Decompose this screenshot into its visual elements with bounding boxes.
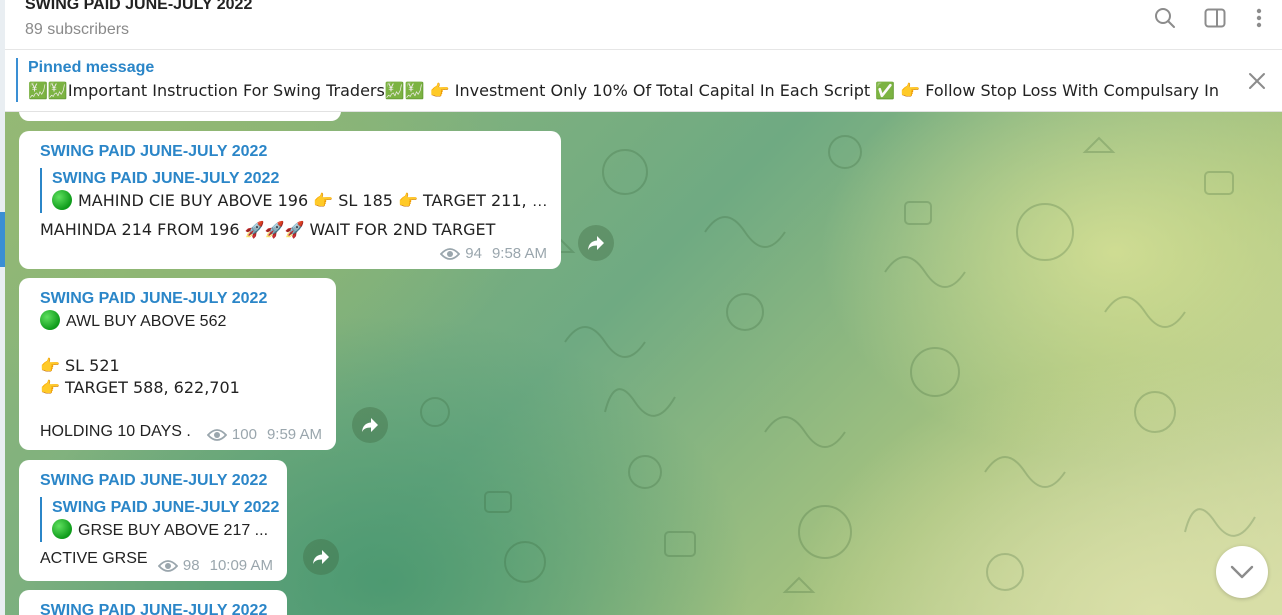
views-eye-icon — [206, 428, 227, 441]
reply-quote[interactable]: SWING PAID JUNE-JULY 2022 MAHIND CIE BUY… — [40, 168, 561, 213]
message-bubble[interactable]: SWING PAID JUNE-JULY 2022 SWING PAID JUN… — [19, 460, 287, 581]
pinned-message-bar[interactable]: Pinned message 💹💹Important Instruction F… — [5, 51, 1282, 112]
more-vertical-icon[interactable] — [1247, 6, 1271, 30]
message-text-line — [40, 333, 336, 355]
message-meta: 94 9:58 AM — [440, 245, 547, 262]
message-author[interactable]: SWING PAID JUNE-JULY 2022 — [40, 288, 336, 310]
reply-quote[interactable]: SWING PAID JUNE-JULY 2022 GRSE BUY ABOVE… — [40, 497, 287, 542]
view-count: 94 — [465, 245, 482, 262]
message-bubble[interactable]: SWING PAID JUNE-JULY 2022 AWL BUY ABOVE … — [19, 278, 336, 450]
message-time: 9:59 AM — [266, 426, 322, 443]
view-count: 100 — [231, 426, 257, 443]
channel-header[interactable]: SWING PAID JUNE-JULY 2022 89 subscribers — [5, 0, 1282, 50]
search-icon[interactable] — [1153, 6, 1177, 30]
forward-icon[interactable] — [352, 407, 388, 443]
green-circle-icon — [40, 310, 60, 330]
message-text-line — [40, 399, 336, 421]
chevron-down-icon — [1230, 565, 1254, 579]
green-circle-icon — [52, 519, 72, 539]
reply-author: SWING PAID JUNE-JULY 2022 — [52, 170, 280, 187]
message-text-line: 👉 SL 521 — [40, 356, 120, 375]
message-meta: 98 10:09 AM — [157, 557, 273, 574]
message-meta: 100 9:59 AM — [206, 426, 322, 443]
pinned-text: 💹💹Important Instruction For Swing Trader… — [28, 81, 1218, 100]
forward-icon[interactable] — [303, 539, 339, 575]
message-text-line: 👉 TARGET 588, 622,701 — [40, 378, 240, 397]
reply-text: GRSE BUY ABOVE 217 ... — [52, 519, 274, 542]
message-text: MAHINDA 214 FROM 196 🚀🚀🚀 WAIT FOR 2ND TA… — [40, 220, 496, 239]
forward-icon[interactable] — [578, 225, 614, 261]
message-time: 9:58 AM — [491, 245, 547, 262]
pinned-accent-bar — [16, 58, 18, 102]
close-icon[interactable] — [1246, 70, 1268, 92]
message-bubble[interactable]: SWING PAID JUNE-JULY 2022 SWING PAID JUN… — [19, 131, 561, 269]
message-author[interactable]: SWING PAID JUNE-JULY 2022 — [40, 470, 287, 492]
reply-text: MAHIND CIE BUY ABOVE 196 👉 SL 185 👉 TARG… — [52, 190, 548, 213]
view-count: 98 — [182, 557, 200, 574]
message-time: 10:09 AM — [209, 557, 273, 574]
sidebar-toggle-icon[interactable] — [1203, 6, 1227, 30]
reply-author: SWING PAID JUNE-JULY 2022 — [52, 499, 280, 516]
message-author[interactable]: SWING PAID JUNE-JULY 2022 — [40, 141, 561, 163]
message-text-line: AWL BUY ABOVE 562 — [40, 310, 336, 333]
pinned-title: Pinned message — [28, 59, 155, 76]
subscriber-count: 89 subscribers — [25, 21, 130, 38]
message-bubble-partial[interactable]: SWING PAID JUNE-JULY 2022 — [19, 590, 287, 615]
channel-title[interactable]: SWING PAID JUNE-JULY 2022 — [25, 0, 252, 14]
green-circle-icon — [52, 190, 72, 210]
message-bubble-partial[interactable] — [19, 112, 341, 121]
scroll-to-bottom-button[interactable] — [1216, 546, 1268, 598]
views-eye-icon — [157, 559, 178, 572]
views-eye-icon — [440, 247, 461, 260]
message-author[interactable]: SWING PAID JUNE-JULY 2022 — [40, 600, 287, 615]
chat-area[interactable]: SWING PAID JUNE-JULY 2022 SWING PAID JUN… — [5, 112, 1282, 615]
